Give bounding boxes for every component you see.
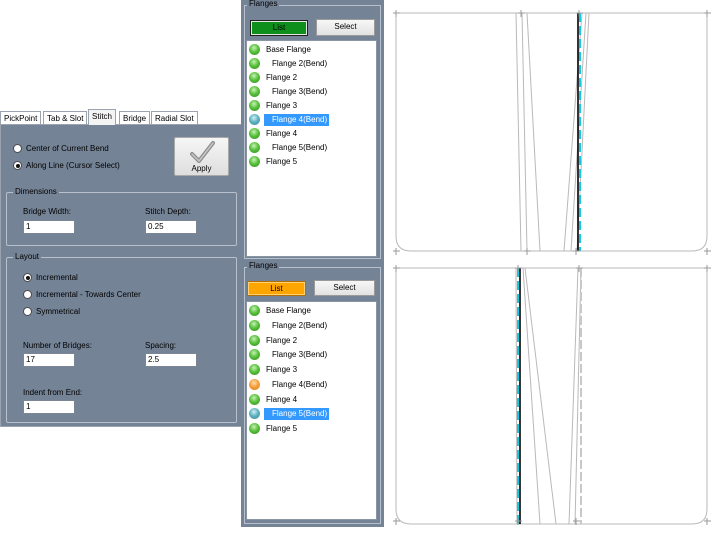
list-button[interactable]: List	[247, 281, 306, 296]
tree-item-flange-4-bend[interactable]: Flange 4(Bend)	[249, 113, 330, 126]
stitch-panel: Center of Current Bend Along Line (Curso…	[0, 124, 242, 427]
option-symmetrical[interactable]: Symmetrical	[23, 307, 80, 316]
status-dot-icon	[249, 379, 260, 390]
tree-item-flange-4[interactable]: Flange 4	[249, 127, 299, 140]
status-dot-icon	[249, 44, 260, 55]
tool-tabs: PickPoint Tab & Slot Stitch Bridge Radia…	[0, 109, 240, 125]
tab-radial-slot[interactable]: Radial Slot	[151, 111, 198, 125]
status-dot-icon	[249, 320, 260, 331]
option-label: Incremental	[36, 273, 78, 282]
flanges-title: Flanges	[247, 261, 280, 271]
indent-from-end-field[interactable]: 1	[23, 400, 75, 414]
flanges-tree: Base Flange Flange 2(Bend) Flange 2 Flan…	[246, 40, 377, 257]
apply-button[interactable]: Apply	[174, 137, 229, 176]
tree-item-flange-2[interactable]: Flange 2	[249, 71, 299, 84]
status-dot-icon	[249, 408, 260, 419]
tab-tab-and-slot[interactable]: Tab & Slot	[43, 111, 88, 125]
tree-item-flange-2[interactable]: Flange 2	[249, 334, 299, 347]
tab-bridge[interactable]: Bridge	[119, 111, 151, 125]
select-button[interactable]: Select	[314, 280, 375, 296]
status-dot-icon	[249, 394, 260, 405]
radio-button[interactable]	[23, 307, 32, 316]
radio-button[interactable]	[23, 290, 32, 299]
option-along-line[interactable]: Along Line (Cursor Select)	[13, 161, 120, 170]
layout-group: Layout Incremental Incremental - Towards…	[6, 252, 237, 423]
status-dot-icon	[249, 305, 260, 316]
option-incremental-towards-center[interactable]: Incremental - Towards Center	[23, 290, 141, 299]
tree-item-flange-3[interactable]: Flange 3	[249, 99, 299, 112]
status-dot-icon	[249, 142, 260, 153]
layout-title: Layout	[13, 252, 42, 262]
flat-pattern-view[interactable]	[386, 0, 715, 533]
apply-label: Apply	[191, 164, 212, 173]
tree-item-flange-2-bend[interactable]: Flange 2(Bend)	[249, 319, 329, 332]
dimensions-group: Dimensions Bridge Width: 1 Stitch Depth:…	[6, 187, 237, 246]
tree-item-flange-5[interactable]: Flange 5	[249, 422, 299, 435]
radio-button[interactable]	[13, 144, 22, 153]
flanges-tree: Base Flange Flange 2(Bend) Flange 2 Flan…	[246, 301, 377, 520]
tree-item-flange-2-bend[interactable]: Flange 2(Bend)	[249, 57, 329, 70]
dimensions-title: Dimensions	[13, 187, 59, 197]
tab-pickpoint[interactable]: PickPoint	[0, 111, 42, 125]
tab-stitch[interactable]: Stitch	[88, 109, 117, 125]
option-label: Center of Current Bend	[26, 144, 109, 153]
option-label: Symmetrical	[36, 307, 81, 316]
bridge-width-field[interactable]: 1	[23, 220, 75, 234]
checkmark-icon	[190, 141, 215, 163]
stitch-depth-label: Stitch Depth:	[145, 207, 191, 216]
spacing-field[interactable]: 2.5	[145, 353, 197, 367]
tree-item-flange-3-bend[interactable]: Flange 3(Bend)	[249, 85, 329, 98]
flanges-panel-bottom: Flanges List Select Base Flange Flange 2…	[241, 261, 384, 527]
tree-item-flange-5-bend[interactable]: Flange 5(Bend)	[249, 141, 329, 154]
select-button[interactable]: Select	[316, 19, 375, 36]
tree-item-flange-3-bend[interactable]: Flange 3(Bend)	[249, 348, 329, 361]
status-dot-icon	[249, 58, 260, 69]
flat-pattern-bottom	[395, 267, 708, 525]
option-center-of-current-bend[interactable]: Center of Current Bend	[13, 144, 109, 153]
status-dot-icon	[249, 335, 260, 346]
status-dot-icon	[249, 156, 260, 167]
status-dot-icon	[249, 423, 260, 434]
status-dot-icon	[249, 72, 260, 83]
stitch-depth-field[interactable]: 0.25	[145, 220, 197, 234]
tree-item-base-flange[interactable]: Base Flange	[249, 304, 313, 317]
indent-from-end-label: Indent from End:	[23, 388, 83, 397]
option-label: Along Line (Cursor Select)	[26, 161, 120, 170]
tree-item-flange-5[interactable]: Flange 5	[249, 155, 299, 168]
radio-button[interactable]	[23, 273, 32, 282]
status-dot-icon	[249, 86, 260, 97]
number-of-bridges-label: Number of Bridges:	[23, 341, 92, 350]
status-dot-icon	[249, 128, 260, 139]
option-incremental[interactable]: Incremental	[23, 273, 78, 282]
status-dot-icon	[249, 114, 260, 125]
radio-button[interactable]	[13, 161, 22, 170]
tree-item-flange-5-bend[interactable]: Flange 5(Bend)	[249, 407, 330, 420]
flat-pattern-top	[395, 12, 708, 252]
tree-item-flange-4-bend[interactable]: Flange 4(Bend)	[249, 378, 329, 391]
option-label: Incremental - Towards Center	[36, 290, 141, 299]
tree-item-base-flange[interactable]: Base Flange	[249, 43, 313, 56]
bridge-width-label: Bridge Width:	[23, 207, 72, 216]
list-button[interactable]: List	[250, 20, 308, 36]
flanges-panel-top: Flanges List Select Base Flange Flange 2…	[241, 0, 384, 262]
tree-item-flange-4[interactable]: Flange 4	[249, 393, 299, 406]
status-dot-icon	[249, 100, 260, 111]
number-of-bridges-field[interactable]: 17	[23, 353, 75, 367]
status-dot-icon	[249, 349, 260, 360]
spacing-label: Spacing:	[145, 341, 177, 350]
flanges-title: Flanges	[247, 0, 280, 9]
status-dot-icon	[249, 364, 260, 375]
tree-item-flange-3[interactable]: Flange 3	[249, 363, 299, 376]
